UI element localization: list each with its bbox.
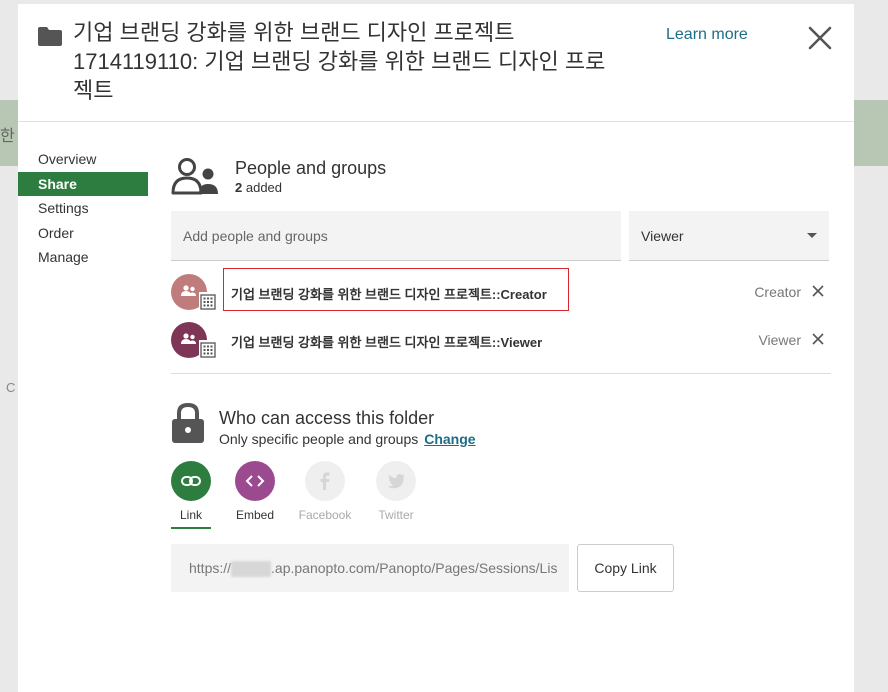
- lock-icon: [172, 402, 204, 443]
- member-row: 기업 브랜딩 강화를 위한 브랜드 디자인 프로젝트::Creator Crea…: [171, 268, 831, 314]
- nav-item-settings[interactable]: Settings: [18, 196, 148, 221]
- access-title: Who can access this folder: [219, 408, 435, 428]
- link-icon: [181, 476, 201, 486]
- role-select[interactable]: Viewer: [629, 211, 829, 261]
- member-row: 기업 브랜딩 강화를 위한 브랜드 디자인 프로젝트::Viewer Viewe…: [171, 318, 831, 362]
- people-icon: [171, 158, 218, 195]
- people-count: 2 added: [235, 180, 282, 195]
- active-tab-indicator: [171, 527, 211, 529]
- facebook-icon: [320, 472, 330, 490]
- share-option-facebook[interactable]: Facebook: [295, 461, 355, 522]
- share-option-twitter[interactable]: Twitter: [366, 461, 426, 522]
- building-icon: [199, 340, 217, 358]
- change-link[interactable]: Change: [424, 431, 475, 447]
- people-title: People and groups: [235, 158, 387, 178]
- share-circle: [305, 461, 345, 501]
- section-divider: [171, 373, 831, 374]
- share-option-label: Embed: [235, 508, 275, 522]
- redacted-blur: [231, 561, 272, 578]
- access-subtitle-text: Only specific people and groups: [219, 431, 419, 447]
- chevron-down-icon: [807, 233, 817, 238]
- nav-item-manage[interactable]: Manage: [18, 245, 148, 270]
- share-option-embed[interactable]: Embed: [225, 461, 285, 522]
- group-icon: [181, 333, 196, 344]
- member-name: 기업 브랜딩 강화를 위한 브랜드 디자인 프로젝트::Creator: [231, 287, 547, 302]
- side-nav: Overview Share Settings Order Manage: [18, 147, 148, 270]
- share-circle: [235, 461, 275, 501]
- share-option-label: Facebook: [298, 508, 352, 522]
- share-dialog: 기업 브랜딩 강화를 위한 브랜드 디자인 프로젝트 1714119110: 기…: [18, 4, 854, 692]
- add-people-input[interactable]: [171, 211, 621, 261]
- close-icon[interactable]: [811, 284, 825, 298]
- folder-icon: [38, 27, 62, 46]
- building-icon: [199, 292, 217, 310]
- share-option-label: Twitter: [378, 508, 414, 522]
- share-url-field[interactable]: https:// .ap.panopto.com/Panopto/Pages/Se…: [171, 544, 569, 592]
- share-option-label: Link: [179, 508, 202, 522]
- people-count-number: 2: [235, 180, 243, 195]
- member-role[interactable]: Viewer: [758, 332, 801, 348]
- member-name: 기업 브랜딩 강화를 위한 브랜드 디자인 프로젝트::Viewer: [231, 335, 543, 350]
- role-select-value: Viewer: [641, 228, 684, 244]
- url-rest: .ap.panopto.com/Panopto/Pages/Sessions/L…: [271, 560, 558, 576]
- copy-link-button[interactable]: Copy Link: [577, 544, 674, 592]
- twitter-icon: [387, 474, 405, 489]
- nav-item-overview[interactable]: Overview: [18, 147, 148, 172]
- share-circle: [171, 461, 211, 501]
- group-icon: [181, 285, 196, 296]
- close-icon[interactable]: [811, 332, 825, 346]
- embed-icon: [245, 475, 265, 487]
- share-circle: [376, 461, 416, 501]
- share-option-link[interactable]: Link: [161, 461, 221, 529]
- nav-item-order[interactable]: Order: [18, 221, 148, 246]
- member-role[interactable]: Creator: [754, 284, 801, 300]
- share-content: People and groups 2 added Viewer 기업 브랜딩 …: [171, 4, 831, 692]
- background-text: C: [6, 380, 16, 395]
- access-subtitle: Only specific people and groups Change: [219, 431, 476, 447]
- url-prefix: https://: [189, 560, 232, 576]
- people-count-suffix: added: [245, 180, 283, 195]
- nav-item-share[interactable]: Share: [18, 171, 148, 196]
